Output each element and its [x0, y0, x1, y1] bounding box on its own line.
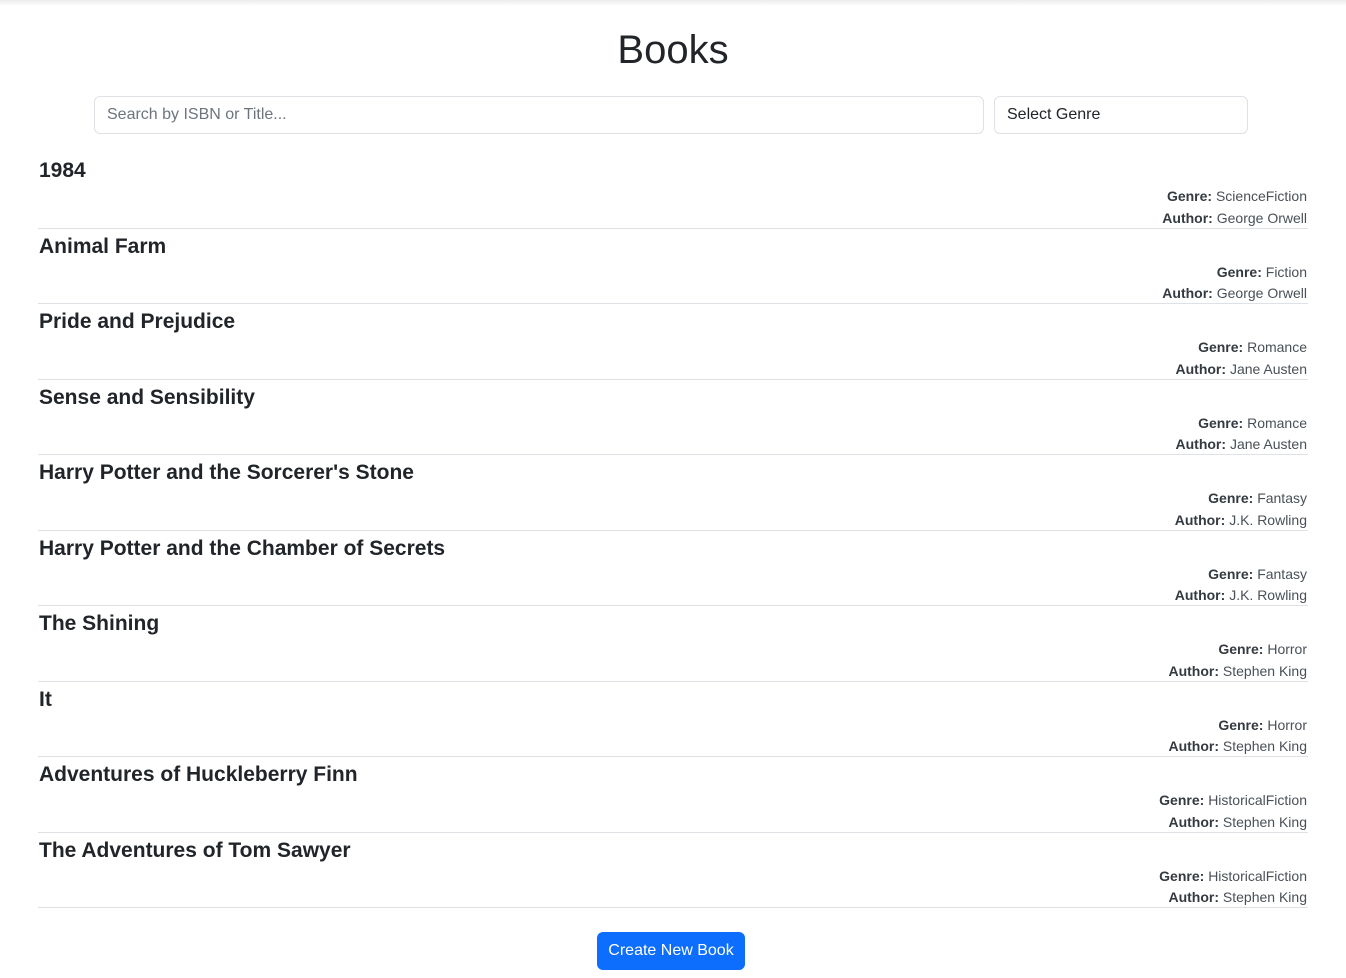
book-title: It	[39, 687, 52, 711]
book-list-item[interactable]: It Genre: Horror Author: Stephen King	[38, 682, 1308, 758]
book-author-line: Author: Stephen King	[1168, 736, 1307, 758]
book-author-line: Author: J.K. Rowling	[1175, 585, 1307, 607]
book-meta: Genre: HistoricalFiction Author: Stephen…	[1159, 790, 1307, 833]
book-meta: Genre: HistoricalFiction Author: Stephen…	[1159, 866, 1307, 909]
book-title: 1984	[39, 159, 86, 182]
genre-label: Genre:	[1218, 641, 1264, 657]
book-genre: HistoricalFiction	[1208, 792, 1307, 808]
book-author-line: Author: George Orwell	[1162, 208, 1307, 230]
author-label: Author:	[1174, 587, 1226, 603]
book-meta: Genre: ScienceFiction Author: George Orw…	[1162, 186, 1307, 229]
book-author-line: Author: Stephen King	[1168, 661, 1307, 683]
book-list-item[interactable]: Pride and Prejudice Genre: Romance Autho…	[38, 304, 1308, 380]
genre-label: Genre:	[1159, 792, 1205, 808]
book-title: Animal Farm	[39, 234, 167, 258]
book-author: Stephen King	[1222, 813, 1307, 830]
author-label: Author:	[1175, 436, 1227, 452]
book-genre: Fantasy	[1257, 565, 1307, 582]
book-author: George Orwell	[1216, 285, 1307, 301]
book-genre-line: Genre: HistoricalFiction	[1159, 866, 1307, 888]
book-author: Stephen King	[1222, 889, 1307, 905]
book-meta: Genre: Horror Author: Stephen King	[1168, 715, 1307, 758]
book-author-line: Author: George Orwell	[1162, 283, 1307, 305]
book-genre-line: Genre: Fantasy	[1175, 488, 1307, 510]
book-author-line: Author: Jane Austen	[1176, 359, 1308, 381]
genre-label: Genre:	[1218, 716, 1264, 733]
top-shadow	[0, 0, 1346, 6]
book-genre: Horror	[1267, 641, 1307, 657]
book-title: The Shining	[39, 612, 160, 635]
book-genre: Romance	[1247, 339, 1307, 355]
book-author-line: Author: Jane Austen	[1176, 434, 1308, 456]
book-list-item[interactable]: Sense and Sensibility Genre: Romance Aut…	[38, 380, 1308, 456]
author-label: Author:	[1174, 511, 1226, 528]
book-author: Jane Austen	[1229, 360, 1307, 377]
author-label: Author:	[1168, 889, 1220, 905]
genre-label: Genre:	[1208, 565, 1254, 582]
book-genre: Horror	[1267, 716, 1307, 733]
author-label: Author:	[1175, 360, 1227, 377]
book-meta: Genre: Horror Author: Stephen King	[1168, 639, 1307, 682]
book-genre: Fantasy	[1257, 490, 1307, 506]
genre-label: Genre:	[1216, 263, 1262, 280]
book-title: Harry Potter and the Chamber of Secrets	[39, 536, 446, 560]
book-list-item[interactable]: The Adventures of Tom Sawyer Genre: Hist…	[38, 833, 1308, 909]
genre-label: Genre:	[1198, 339, 1244, 355]
book-genre: Romance	[1247, 414, 1307, 431]
book-author: Stephen King	[1222, 662, 1307, 679]
book-genre-line: Genre: Horror	[1168, 715, 1307, 737]
book-meta: Genre: Fantasy Author: J.K. Rowling	[1175, 564, 1307, 607]
book-list: 1984 Genre: ScienceFiction Author: Georg…	[38, 153, 1308, 908]
author-label: Author:	[1162, 209, 1213, 226]
author-label: Author:	[1168, 813, 1220, 830]
book-genre: HistoricalFiction	[1208, 867, 1307, 884]
genre-select[interactable]: Select Genre	[994, 96, 1248, 134]
genre-label: Genre:	[1208, 490, 1254, 506]
book-list-item[interactable]: The Shining Genre: Horror Author: Stephe…	[38, 606, 1308, 682]
genre-label: Genre:	[1159, 867, 1205, 884]
book-title: The Adventures of Tom Sawyer	[39, 838, 351, 862]
book-author: George Orwell	[1216, 209, 1307, 226]
create-new-book-button[interactable]: Create New Book	[597, 932, 745, 970]
book-genre-line: Genre: Romance	[1176, 413, 1307, 435]
book-title: Sense and Sensibility	[39, 385, 255, 409]
book-list-item[interactable]: Adventures of Huckleberry Finn Genre: Hi…	[38, 757, 1308, 833]
book-author: J.K. Rowling	[1229, 511, 1307, 528]
book-author-line: Author: J.K. Rowling	[1175, 510, 1307, 532]
book-author-line: Author: Stephen King	[1159, 887, 1307, 909]
book-title: Harry Potter and the Sorcerer's Stone	[39, 461, 414, 484]
book-genre: ScienceFiction	[1215, 188, 1307, 204]
book-meta: Genre: Romance Author: Jane Austen	[1176, 337, 1308, 380]
search-input[interactable]	[94, 96, 984, 134]
book-meta: Genre: Fantasy Author: J.K. Rowling	[1175, 488, 1307, 531]
book-list-item[interactable]: Harry Potter and the Chamber of Secrets …	[38, 531, 1308, 607]
author-label: Author:	[1168, 662, 1220, 679]
page-title: Books	[617, 28, 729, 72]
genre-label: Genre:	[1198, 414, 1244, 431]
author-label: Author:	[1168, 738, 1220, 754]
book-list-item[interactable]: Animal Farm Genre: Fiction Author: Georg…	[38, 229, 1308, 305]
author-label: Author:	[1162, 285, 1213, 301]
book-title: Adventures of Huckleberry Finn	[39, 763, 358, 786]
book-meta: Genre: Fiction Author: George Orwell	[1162, 262, 1307, 305]
book-genre: Fiction	[1265, 263, 1307, 280]
book-list-item[interactable]: 1984 Genre: ScienceFiction Author: Georg…	[38, 153, 1308, 229]
genre-label: Genre:	[1166, 188, 1213, 204]
book-author-line: Author: Stephen King	[1159, 812, 1307, 834]
book-author: Jane Austen	[1229, 436, 1307, 452]
book-genre-line: Genre: Fiction	[1162, 262, 1307, 284]
book-title: Pride and Prejudice	[39, 310, 236, 333]
book-genre-line: Genre: Romance	[1176, 337, 1307, 359]
book-author: J.K. Rowling	[1229, 587, 1307, 603]
book-genre-line: Genre: Horror	[1168, 639, 1307, 661]
book-author: Stephen King	[1222, 738, 1307, 754]
book-genre-line: Genre: ScienceFiction	[1162, 186, 1307, 208]
book-genre-line: Genre: HistoricalFiction	[1159, 790, 1307, 812]
book-meta: Genre: Romance Author: Jane Austen	[1176, 413, 1308, 456]
book-genre-line: Genre: Fantasy	[1175, 564, 1307, 586]
book-list-item[interactable]: Harry Potter and the Sorcerer's Stone Ge…	[38, 455, 1308, 531]
